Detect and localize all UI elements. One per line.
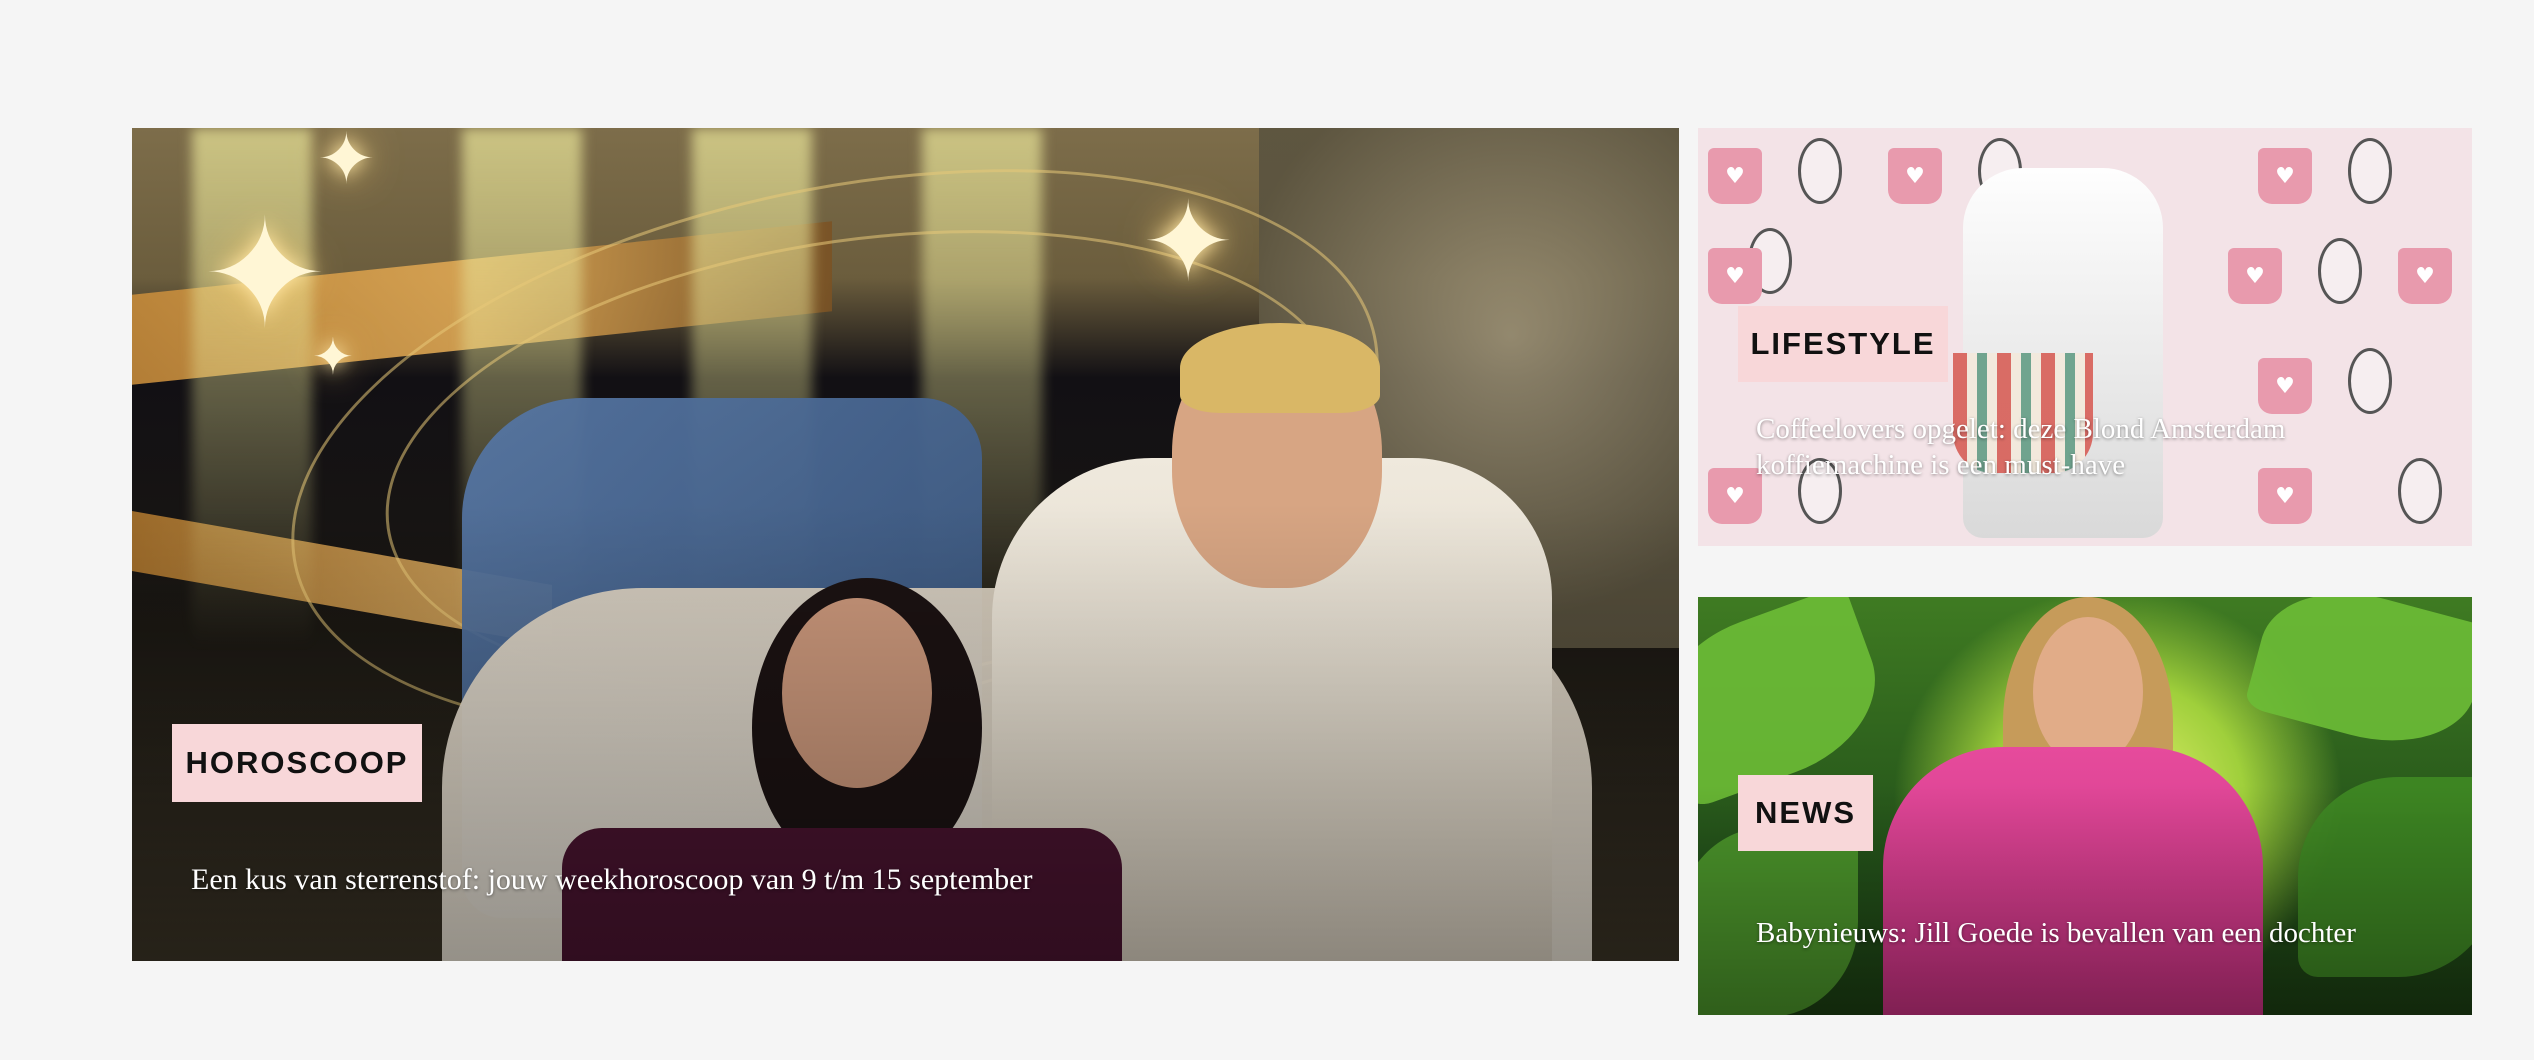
category-badge[interactable]: HOROSCOOP: [172, 724, 422, 802]
article-title[interactable]: Babynieuws: Jill Goede is bevallen van e…: [1756, 917, 2356, 950]
article-title[interactable]: Een kus van sterrenstof: jouw weekhorosc…: [191, 863, 1032, 897]
article-title[interactable]: Coffeelovers opgelet: deze Blond Amsterd…: [1756, 411, 2396, 483]
article-card-lifestyle[interactable]: ♥ ♥ ♥ ♥ ♥ ♥ ♥ ♥ ♥ LIFESTYLE Coffeelovers…: [1698, 128, 2472, 546]
category-badge[interactable]: LIFESTYLE: [1738, 306, 1948, 382]
article-card-news[interactable]: NEWS Babynieuws: Jill Goede is bevallen …: [1698, 597, 2472, 1015]
category-badge[interactable]: NEWS: [1738, 775, 1873, 851]
article-card-horoscoop[interactable]: ✦ ✦ ✦ ✦ HOROSCOOP Een kus van sterrensto…: [132, 128, 1679, 961]
